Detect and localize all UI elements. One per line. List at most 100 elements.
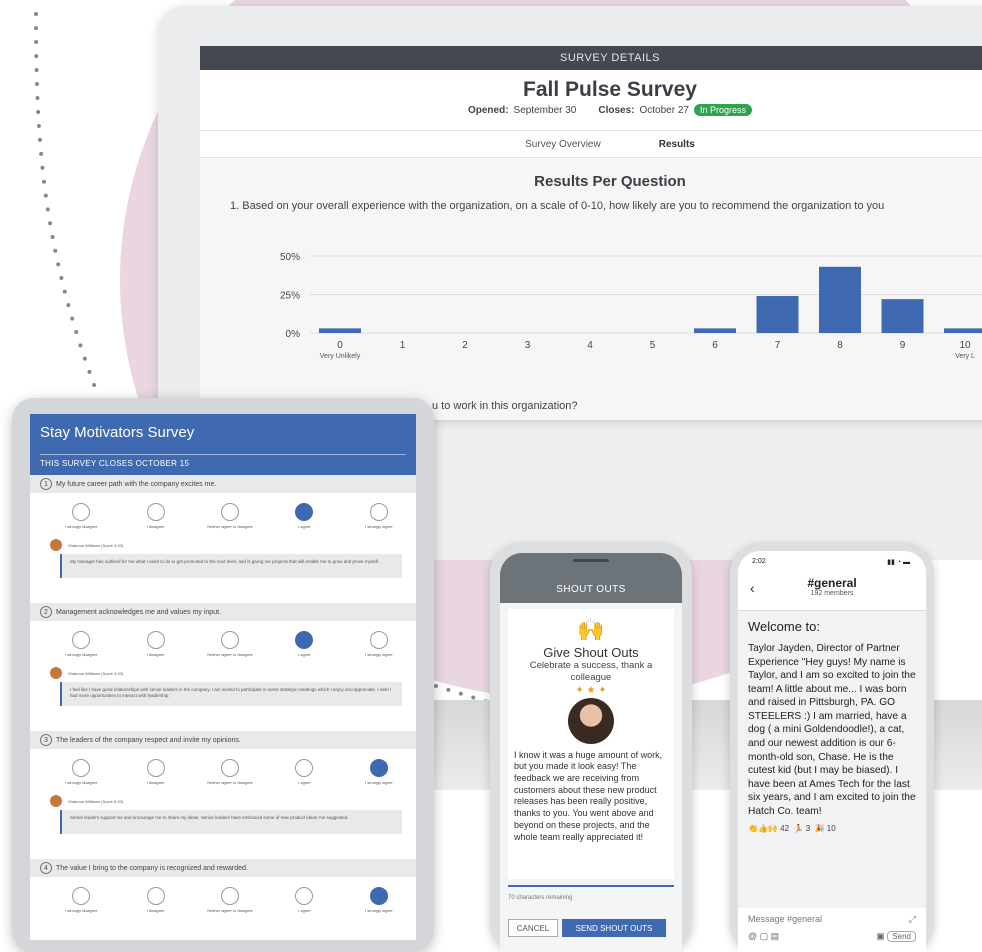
question-number: 4 (40, 862, 52, 874)
likert-option[interactable]: I agree (267, 759, 341, 793)
phone-speaker (573, 559, 609, 562)
radio-button[interactable] (369, 887, 388, 905)
attach-icons[interactable]: @ ▢ ▤ (748, 931, 779, 942)
radio-button[interactable] (221, 759, 240, 777)
reaction-bar[interactable]: 👏👍🙌 42 🏃 3 🎉 10 (748, 824, 916, 833)
radio-button[interactable] (295, 887, 314, 905)
survey-details-bar: SURVEY DETAILS (200, 46, 982, 70)
survey-tabs: Survey Overview Results (200, 130, 982, 158)
radio-button[interactable] (72, 631, 91, 649)
likert-option[interactable]: I strongly agree (342, 887, 416, 921)
radio-label: I strongly agree (365, 524, 393, 529)
chat-nav: ‹ #general 192 members (738, 566, 926, 610)
radio-button[interactable] (369, 503, 388, 521)
likert-option[interactable]: I disagree (118, 631, 192, 665)
opened-value: September 30 (513, 104, 577, 116)
radio-label: I agree (298, 908, 311, 913)
likert-option[interactable]: Neither agree or disagree (193, 887, 267, 921)
radio-button[interactable] (146, 503, 165, 521)
cancel-button[interactable]: CANCEL (508, 919, 558, 937)
send-shoutouts-button[interactable]: SEND SHOUT OUTS (562, 919, 666, 937)
survey-title: Fall Pulse Survey (523, 78, 697, 101)
radio-button[interactable] (72, 887, 91, 905)
channel-name: #general (807, 576, 857, 590)
reaction-count-2: 3 (805, 824, 811, 834)
radio-button[interactable] (369, 631, 388, 649)
radio-label: Neither agree or disagree (207, 780, 253, 785)
likert-option[interactable]: I disagree (118, 503, 192, 537)
y-tick-label: 0% (286, 329, 301, 340)
message-input[interactable]: Message #general ⤢ (738, 908, 926, 931)
likert-option[interactable]: I agree (267, 503, 341, 537)
shoutout-heading: Give Shout Outs (543, 645, 639, 660)
expand-icon[interactable]: ⤢ (909, 914, 916, 925)
likert-options: I strongly disagree I disagree Neither agr… (30, 877, 416, 921)
radio-button[interactable] (295, 631, 314, 649)
commenter-avatar (50, 667, 62, 679)
likert-option[interactable]: I strongly disagree (44, 631, 118, 665)
radio-label: Neither agree or disagree (207, 908, 253, 913)
survey-header: Fall Pulse Survey Opened: September 30 C… (200, 70, 982, 130)
radio-button[interactable] (72, 759, 91, 777)
commenter-name: Shannon Williams (Score 5.00) (68, 798, 124, 804)
radio-button[interactable] (146, 887, 165, 905)
x-tick-label: 4 (587, 340, 593, 351)
likert-option[interactable]: Neither agree or disagree (193, 631, 267, 665)
likert-option[interactable]: I disagree (118, 887, 192, 921)
shoutout-message[interactable]: I know it was a huge amount of work, but… (514, 750, 668, 844)
send-button[interactable]: Send (887, 931, 916, 942)
likert-option[interactable]: I strongly agree (342, 759, 416, 793)
radio-label: I agree (298, 524, 311, 529)
question-row: 2 Management acknowledges me and values m… (30, 603, 416, 621)
survey-question: 1 My future career path with the company … (30, 475, 416, 603)
comment-text: I feel like I have good relationships wi… (60, 682, 402, 706)
question-text: My future career path with the company e… (56, 480, 217, 488)
radio-button[interactable] (221, 503, 240, 521)
x-tick-sublabel: Very L (955, 353, 975, 360)
likert-option[interactable]: I strongly disagree (44, 759, 118, 793)
x-tick-label: 10 (959, 340, 971, 351)
emoji-reactions-icon[interactable]: 👏👍🙌 (748, 824, 778, 833)
question-1-text: 1. Based on your overall experience with… (230, 200, 885, 212)
shoutouts-screen: SHOUT OUTS 🙌 Give Shout Outs Celebrate a… (500, 553, 682, 952)
comment: Shannon Williams (Score 4.00) I feel like… (30, 665, 416, 706)
stay-survey-header: Stay Motivators Survey THIS SURVEY CLOSE… (30, 414, 416, 475)
radio-button[interactable] (221, 887, 240, 905)
comment-text: Senior leaders support me and encourage … (60, 810, 402, 834)
radio-button[interactable] (72, 503, 91, 521)
comment: Shannon Williams (Score 5.00) Senior lead… (30, 793, 416, 834)
commenter-avatar (50, 795, 62, 807)
question-row: 4 The value I bring to the company is rec… (30, 859, 416, 877)
person-icon[interactable]: 🏃 (793, 824, 803, 833)
bar (944, 328, 982, 333)
chat-phone: 2:02 ▮▮ ◔ ▬ ‹ #general 192 members Welco… (730, 543, 934, 952)
radio-button[interactable] (295, 759, 314, 777)
desktop-monitor: SURVEY DETAILS Fall Pulse Survey Opened:… (158, 6, 982, 420)
likert-option[interactable]: Neither agree or disagree (193, 503, 267, 537)
party-icon[interactable]: 🎉 (815, 824, 825, 833)
likert-option[interactable]: I strongly disagree (44, 503, 118, 537)
tab-results[interactable]: Results (659, 139, 695, 150)
back-icon[interactable]: ‹ (750, 580, 755, 596)
question-1-chart: 50% 25% 0% 0 Very Unlikely 1 2 3 4 5 6 7 8 9 10 Very L (280, 252, 982, 360)
question-text: Management acknowledges me and values my… (56, 608, 221, 616)
radio-label: Neither agree or disagree (207, 524, 253, 529)
likert-option[interactable]: I agree (267, 887, 341, 921)
radio-button[interactable] (146, 631, 165, 649)
radio-button[interactable] (146, 759, 165, 777)
likert-option[interactable]: I agree (267, 631, 341, 665)
radio-button[interactable] (369, 759, 388, 777)
radio-label: I disagree (146, 524, 165, 529)
likert-option[interactable]: I strongly agree (342, 503, 416, 537)
likert-option[interactable]: Neither agree or disagree (193, 759, 267, 793)
likert-option[interactable]: I strongly agree (342, 631, 416, 665)
radio-button[interactable] (295, 503, 314, 521)
message-underline (508, 885, 674, 887)
tab-survey-overview[interactable]: Survey Overview (525, 139, 601, 150)
gif-icon[interactable]: ▣ (876, 931, 885, 941)
likert-option[interactable]: I disagree (118, 759, 192, 793)
radio-button[interactable] (221, 631, 240, 649)
radio-label: I disagree (146, 780, 165, 785)
closes-label: Closes: (598, 104, 635, 116)
likert-option[interactable]: I strongly disagree (44, 887, 118, 921)
